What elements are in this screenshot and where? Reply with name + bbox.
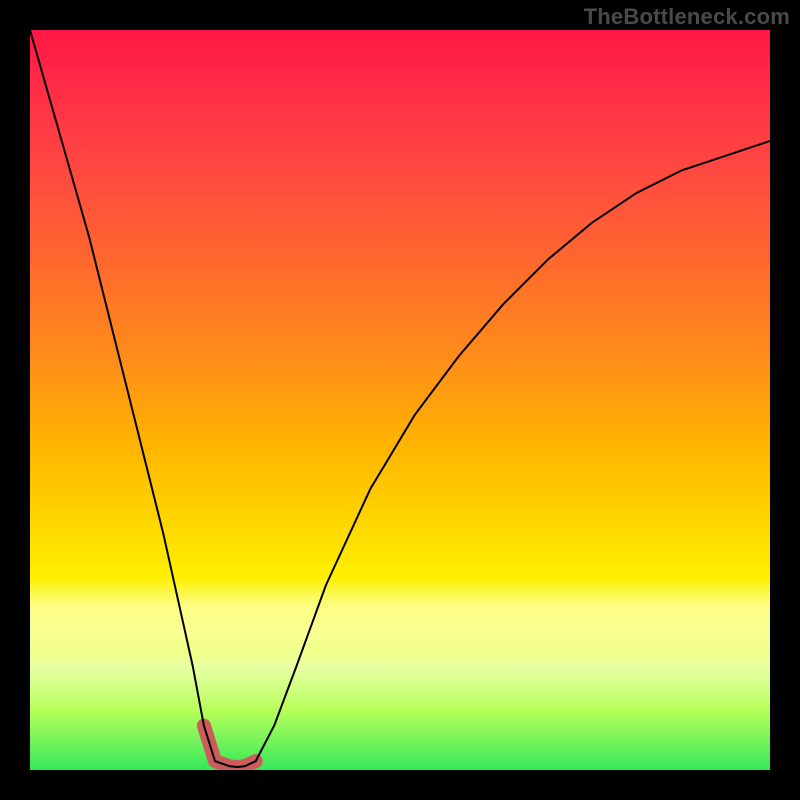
highlight-path <box>204 726 256 767</box>
main-curve-path <box>30 30 770 767</box>
curve-svg <box>30 30 770 770</box>
chart-container: TheBottleneck.com <box>0 0 800 800</box>
watermark-text: TheBottleneck.com <box>584 4 790 30</box>
plot-area <box>30 30 770 770</box>
